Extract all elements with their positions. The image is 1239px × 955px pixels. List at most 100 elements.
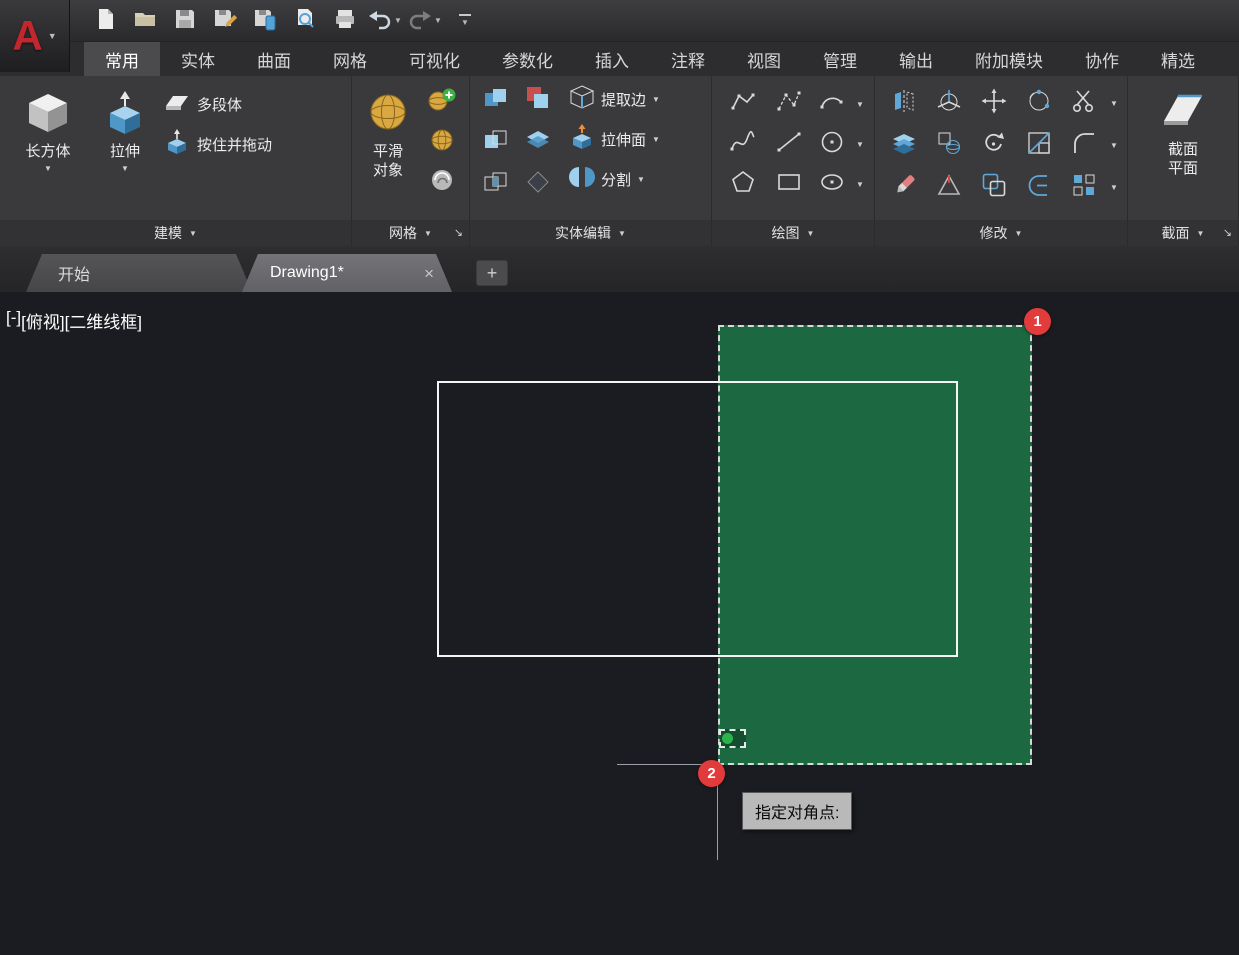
tab-surface[interactable]: 曲面 — [236, 42, 312, 76]
save-to-mobile-button[interactable] — [246, 5, 284, 37]
panel-strip-modeling[interactable]: 建模 ▼ — [0, 220, 351, 246]
tab-start[interactable]: 开始 — [26, 254, 252, 292]
caret-down-icon[interactable]: ▼ — [394, 16, 402, 25]
viewport-visual-style-control[interactable]: [二维线框] — [65, 308, 142, 333]
model-viewport[interactable]: [-] [俯视] [二维线框] 1 2 指定对角点: — [0, 292, 1239, 955]
rotate-gizmo-button[interactable] — [1021, 86, 1057, 120]
caret-down-icon[interactable]: ▼ — [121, 164, 129, 173]
array-button[interactable] — [1066, 170, 1102, 204]
caret-down-icon[interactable]: ▼ — [652, 135, 660, 144]
panel-strip-draw[interactable]: 绘图 ▼ — [712, 220, 874, 246]
spline-button[interactable] — [725, 127, 761, 161]
callout-badge-1: 1 — [1024, 308, 1051, 335]
redo-button[interactable]: ▼ — [406, 5, 444, 37]
box-button[interactable]: 长方体 ▼ — [6, 78, 90, 173]
polygon-button[interactable] — [725, 167, 761, 201]
presspull-button[interactable]: 按住并拖动 — [160, 128, 276, 160]
caret-down-icon[interactable]: ▼ — [44, 164, 52, 173]
tab-collaborate[interactable]: 协作 — [1064, 42, 1140, 76]
panel-mesh: 平滑 对象 网格 ▼ ↘ — [352, 76, 470, 246]
smooth-object-button[interactable]: 平滑 对象 — [354, 78, 422, 180]
open-file-button[interactable] — [126, 5, 164, 37]
move-gizmo-button[interactable] — [931, 86, 967, 120]
close-tab-icon[interactable]: × — [424, 265, 434, 282]
separate-button[interactable]: 分割 ▼ — [566, 164, 663, 194]
caret-down-icon[interactable]: ▼ — [637, 175, 645, 184]
tab-manage[interactable]: 管理 — [802, 42, 878, 76]
trim-button[interactable] — [1066, 86, 1102, 120]
union-button[interactable] — [478, 84, 514, 116]
section-plane-button[interactable]: 截面 平面 — [1146, 76, 1220, 178]
panel-strip-modify[interactable]: 修改 ▼ — [875, 220, 1127, 246]
spline-cv-button[interactable] — [771, 87, 807, 121]
extrude-button[interactable]: 拉伸 ▼ — [94, 78, 156, 173]
imprint-button[interactable] — [520, 84, 556, 116]
panel-strip-mesh[interactable]: 网格 ▼ ↘ — [352, 220, 469, 246]
tab-mesh[interactable]: 网格 — [312, 42, 388, 76]
tab-home[interactable]: 常用 — [84, 42, 160, 76]
customize-qat-button[interactable]: ▼ — [446, 5, 484, 37]
smooth-less-button[interactable] — [424, 126, 460, 158]
rotate-button[interactable] — [976, 128, 1012, 162]
extract-edges-button[interactable]: 提取边 ▼ — [566, 84, 663, 114]
viewport-view-control[interactable]: [俯视] — [21, 308, 64, 333]
plot-preview-button[interactable] — [286, 5, 324, 37]
union-icon — [483, 85, 509, 116]
application-menu-button[interactable]: A ▼ — [0, 0, 70, 72]
line-button[interactable] — [771, 127, 807, 161]
scale-button[interactable] — [1021, 128, 1057, 162]
erase-button[interactable] — [886, 170, 922, 204]
subtract-button[interactable] — [478, 126, 514, 158]
smooth-more-button[interactable] — [424, 86, 460, 118]
caret-down-icon[interactable]: ▼ — [1110, 183, 1118, 192]
caret-down-icon[interactable]: ▼ — [652, 95, 660, 104]
tab-drawing1[interactable]: Drawing1* × — [242, 254, 452, 292]
tab-solid[interactable]: 实体 — [160, 42, 236, 76]
tab-parametric[interactable]: 参数化 — [481, 42, 574, 76]
polyline-button[interactable] — [725, 87, 761, 121]
polysolid-button[interactable]: 多段体 — [160, 88, 276, 120]
new-file-button[interactable] — [86, 5, 124, 37]
intersect-button[interactable] — [478, 168, 514, 200]
viewport-menu-control[interactable]: [-] — [6, 308, 21, 333]
panel-launcher-mesh-icon[interactable]: ↘ — [454, 226, 463, 239]
plot-button[interactable] — [326, 5, 364, 37]
save-button[interactable] — [166, 5, 204, 37]
panel-strip-section[interactable]: 截面 ▼ ↘ — [1128, 220, 1238, 246]
caret-down-icon[interactable]: ▼ — [856, 180, 864, 189]
extrude-faces-button[interactable]: 拉伸面 ▼ — [566, 124, 663, 154]
caret-down-icon[interactable]: ▼ — [1110, 141, 1118, 150]
explode-button[interactable] — [931, 170, 967, 204]
undo-button[interactable]: ▼ — [366, 5, 404, 37]
panel-strip-solid-editing[interactable]: 实体编辑 ▼ — [470, 220, 711, 246]
tab-view[interactable]: 视图 — [726, 42, 802, 76]
caret-down-icon[interactable]: ▼ — [856, 100, 864, 109]
fillet-button[interactable] — [1066, 128, 1102, 162]
circle-button[interactable] — [814, 127, 850, 161]
offset-face-stack-button[interactable] — [886, 128, 922, 162]
ellipse-button[interactable] — [814, 167, 850, 201]
offset-button[interactable] — [976, 170, 1012, 204]
join-button[interactable] — [1021, 170, 1057, 204]
refine-mesh-button[interactable] — [424, 166, 460, 198]
panel-solid-editing: 提取边 ▼ 拉伸面 ▼ 分割 ▼ 实体编辑 — [470, 76, 712, 246]
panel-launcher-section-icon[interactable]: ↘ — [1223, 226, 1232, 239]
caret-down-icon[interactable]: ▼ — [434, 16, 442, 25]
move-button[interactable] — [976, 86, 1012, 120]
caret-down-icon[interactable]: ▼ — [1110, 99, 1118, 108]
tab-addins[interactable]: 附加模块 — [954, 42, 1064, 76]
save-as-button[interactable] — [206, 5, 244, 37]
align-3d-button[interactable] — [931, 128, 967, 162]
mirror-button[interactable] — [886, 86, 922, 120]
new-drawing-button[interactable]: + — [476, 260, 508, 286]
tab-output[interactable]: 输出 — [878, 42, 954, 76]
tab-featured[interactable]: 精选 — [1140, 42, 1216, 76]
offset-faces-button[interactable] — [520, 126, 556, 158]
arc-button[interactable] — [814, 87, 850, 121]
tab-annotate[interactable]: 注释 — [650, 42, 726, 76]
tab-visualize[interactable]: 可视化 — [388, 42, 481, 76]
tab-insert[interactable]: 插入 — [574, 42, 650, 76]
thicken-button[interactable] — [520, 168, 556, 200]
caret-down-icon[interactable]: ▼ — [856, 140, 864, 149]
rectangle-button[interactable] — [771, 167, 807, 201]
